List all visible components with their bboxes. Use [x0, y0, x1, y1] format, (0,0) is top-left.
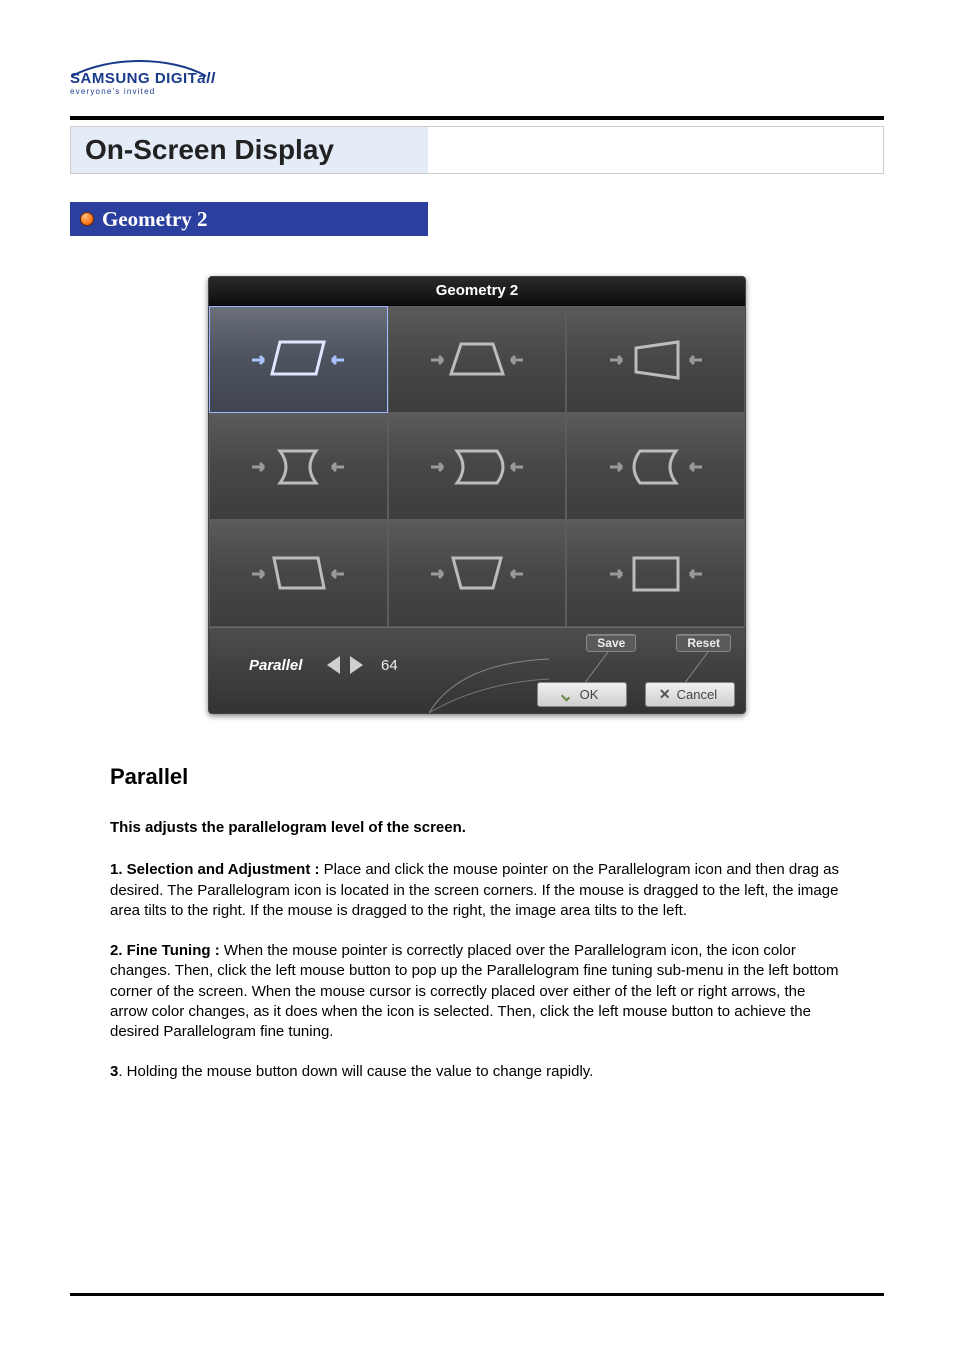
osd-item-pin-right[interactable]	[566, 413, 745, 520]
article-step-3: 3. Holding the mouse button down will ca…	[110, 1062, 844, 1082]
adjust-name: Parallel	[249, 657, 317, 674]
osd-item-pin-left[interactable]	[209, 413, 388, 520]
top-divider	[70, 116, 884, 120]
close-icon: ✕	[659, 686, 671, 703]
step2-label: 2. Fine Tuning :	[110, 942, 224, 959]
cancel-label: Cancel	[677, 687, 717, 702]
cancel-button[interactable]: ✕ Cancel	[645, 682, 735, 707]
step1-label: 1. Selection and Adjustment :	[110, 861, 324, 878]
osd-item-rect[interactable]	[566, 520, 745, 627]
ok-button[interactable]: OK	[537, 682, 627, 707]
brand-tagline: everyone's invited	[70, 87, 884, 96]
osd-item-pin-center[interactable]	[388, 413, 567, 520]
section-title-bar: On-Screen Display	[70, 126, 884, 174]
reset-button[interactable]: Reset	[676, 634, 731, 652]
section-title: On-Screen Display	[85, 134, 334, 166]
check-icon	[562, 689, 574, 701]
osd-item-parallel[interactable]	[209, 306, 388, 413]
ok-label: OK	[580, 687, 599, 702]
adjust-value: 64	[381, 657, 398, 674]
osd-item-trapezoid-top[interactable]	[388, 306, 567, 413]
decrease-arrow-icon[interactable]	[327, 656, 340, 674]
osd-item-bottom-trap[interactable]	[388, 520, 567, 627]
bottom-divider	[70, 1293, 884, 1296]
subsection-bar: Geometry 2	[70, 202, 884, 236]
step3-text: . Holding the mouse button down will cau…	[118, 1063, 593, 1080]
article-lead: This adjusts the parallelogram level of …	[110, 818, 844, 838]
article-step-1: 1. Selection and Adjustment : Place and …	[110, 860, 844, 921]
osd-item-skew-left[interactable]	[209, 520, 388, 627]
save-button[interactable]: Save	[586, 634, 636, 652]
article-body: Parallel This adjusts the parallelogram …	[70, 764, 884, 1083]
osd-title: Geometry 2	[209, 277, 745, 306]
osd-item-trapezoid-side[interactable]	[566, 306, 745, 413]
increase-arrow-icon[interactable]	[350, 656, 363, 674]
osd-panel: Geometry 2	[208, 276, 746, 714]
article-step-2: 2. Fine Tuning : When the mouse pointer …	[110, 941, 844, 1042]
article-heading: Parallel	[110, 764, 844, 790]
subsection-title: Geometry 2	[102, 207, 208, 232]
bullet-icon	[80, 212, 94, 226]
brand-logo: SAMSUNG DIGITall everyone's invited	[70, 60, 884, 96]
